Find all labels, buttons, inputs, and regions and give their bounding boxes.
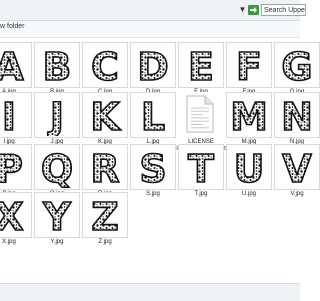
file-name: Z.jpg — [98, 239, 112, 245]
image-thumbnail: T — [178, 144, 224, 190]
letter-glyph: A — [0, 45, 24, 86]
letter-glyph: T — [188, 147, 214, 188]
image-thumbnail: Q — [34, 144, 80, 190]
letter-glyph: N — [281, 95, 313, 136]
file-name: V.jpg — [290, 191, 304, 197]
image-thumbnail: G — [274, 42, 320, 88]
letter-glyph: S — [139, 147, 166, 188]
image-thumbnail: Z — [82, 192, 128, 238]
text-document-icon — [186, 95, 214, 133]
image-thumbnail: A — [0, 42, 32, 88]
image-thumbnail: K — [82, 92, 128, 138]
letter-glyph: L — [141, 95, 165, 136]
folder-title-bar: w folder — [0, 21, 300, 38]
letter-glyph: M — [230, 95, 268, 136]
image-thumbnail: M — [226, 92, 272, 138]
letter-glyph: B — [43, 45, 72, 86]
image-thumbnail: P — [0, 144, 32, 190]
image-thumbnail: I — [0, 92, 32, 138]
status-bar — [0, 283, 300, 301]
letter-glyph: R — [90, 147, 119, 188]
image-thumbnail: S — [130, 144, 176, 190]
letter-glyph: J — [47, 95, 64, 136]
file-list: AA.jpgBB.jpgCC.jpgDD.jpgEE.jpgFF.jpgGG.j… — [0, 38, 320, 300]
image-thumbnail: C — [82, 42, 128, 88]
image-thumbnail: X — [0, 192, 32, 238]
letter-glyph: F — [236, 45, 262, 86]
letter-glyph: Q — [41, 147, 73, 188]
letter-glyph: U — [234, 147, 265, 188]
letter-glyph: P — [0, 147, 23, 188]
letter-glyph: G — [281, 45, 312, 86]
letter-glyph: X — [0, 195, 24, 236]
image-thumbnail: E — [178, 42, 224, 88]
letter-glyph: C — [91, 45, 119, 86]
image-thumbnail: L — [130, 92, 176, 138]
letter-glyph: I — [2, 95, 16, 136]
letter-glyph: V — [282, 147, 312, 188]
address-toolbar: ▼ Search Uppercase — [0, 0, 306, 21]
letter-glyph: E — [188, 45, 214, 86]
image-thumbnail: Y — [34, 192, 80, 238]
letter-glyph: Z — [91, 195, 119, 236]
letter-glyph: Y — [42, 195, 71, 236]
image-thumbnail: R — [82, 144, 128, 190]
image-thumbnail: J — [34, 92, 80, 138]
document-thumbnail — [178, 92, 224, 138]
image-thumbnail: V — [274, 144, 320, 190]
image-thumbnail: D — [130, 42, 176, 88]
image-thumbnail: B — [34, 42, 80, 88]
letter-glyph: K — [90, 95, 121, 136]
image-thumbnail: F — [226, 42, 272, 88]
search-input[interactable]: Search Uppercase — [261, 4, 306, 16]
green-arrow-icon — [250, 7, 257, 13]
letter-glyph: D — [137, 45, 169, 86]
folder-label: w folder — [0, 23, 25, 30]
image-thumbnail: N — [274, 92, 320, 138]
chevron-down-icon[interactable]: ▼ — [238, 5, 247, 15]
go-button[interactable] — [248, 5, 259, 15]
image-thumbnail: U — [226, 144, 272, 190]
